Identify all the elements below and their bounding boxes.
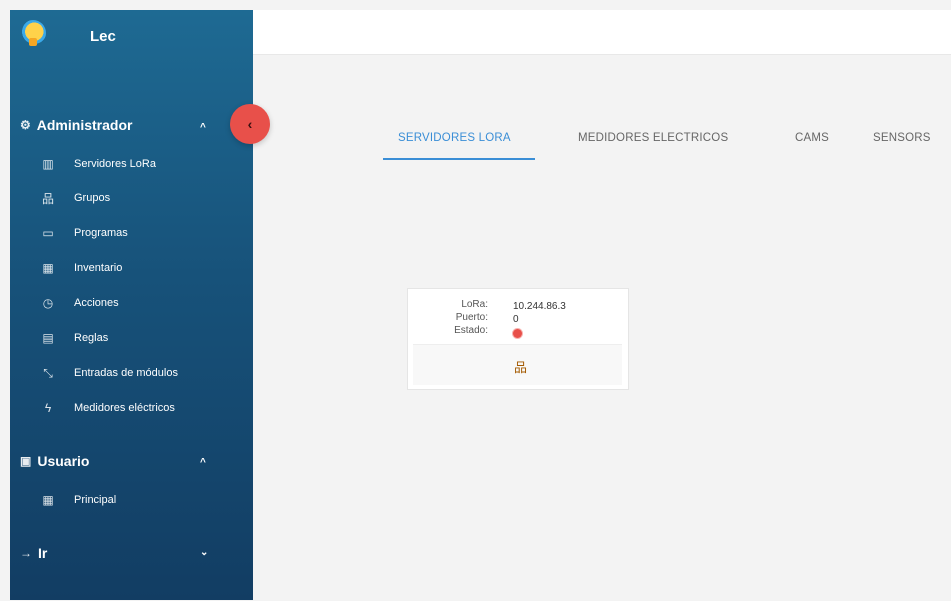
tab-servidores-lora[interactable]: SERVIDORES LORA (398, 132, 511, 144)
chevron-left-icon: ‹ (247, 116, 253, 132)
sidebar-item-label: Reglas (74, 332, 109, 344)
port-label: Puerto: (455, 312, 488, 323)
top-bar (253, 10, 951, 55)
network-icon: 品 (41, 191, 54, 206)
tab-medidores-electricos[interactable]: MEDIDORES ELECTRICOS (578, 132, 728, 144)
sidebar-item-label: Principal (74, 494, 117, 506)
section-label: Administrador (36, 117, 133, 133)
chevron-up-icon[interactable]: ^ (200, 457, 206, 468)
sidebar-item-servidores-lora[interactable]: ▥ Servidores LoRa (40, 154, 156, 174)
sidebar-item-label: Medidores eléctricos (74, 402, 175, 414)
clock-icon: ◷ (42, 296, 54, 310)
sidebar-item-label: Acciones (74, 297, 119, 309)
network-node-icon[interactable]: 品 (514, 357, 527, 376)
bulb-logo-icon (20, 20, 46, 46)
section-administrador[interactable]: ⚙ Administrador (20, 117, 132, 133)
expand-icon: ⤡ (43, 365, 53, 380)
lora-server-card[interactable]: LoRa: 10.244.86.3 Puerto: 0 Estado: 品 (407, 288, 629, 390)
lora-ip-value: 10.244.86.3 (513, 301, 566, 312)
sidebar-item-programas[interactable]: ▭ Programas (40, 223, 128, 243)
sidebar-item-label: Servidores LoRa (74, 158, 156, 170)
sidebar-item-medidores-electricos[interactable]: ϟ Medidores eléctricos (40, 398, 175, 418)
table-icon: ▦ (42, 261, 54, 275)
sidebar-item-label: Grupos (74, 192, 111, 204)
sidebar-item-label: Entradas de módulos (74, 367, 178, 379)
chevron-up-icon[interactable]: ^ (200, 122, 206, 133)
sidebar-item-entradas-de-modulos[interactable]: ⤡ Entradas de módulos (40, 363, 178, 383)
card-footer: 品 (413, 344, 622, 385)
bolt-icon: ϟ (44, 401, 52, 415)
ruler-icon: ▤ (42, 331, 54, 345)
active-tab-indicator (383, 158, 535, 160)
id-card-icon: ▣ (20, 454, 32, 468)
section-label: Ir (38, 545, 48, 561)
gear-icon: ⚙ (20, 118, 31, 132)
status-label: Estado: (454, 325, 488, 336)
section-usuario[interactable]: ▣ Usuario (20, 453, 89, 469)
sidebar-item-label: Inventario (74, 262, 123, 274)
calendar-icon: ▭ (42, 226, 54, 240)
brand-title: Lec (90, 28, 116, 45)
grid-icon: ▦ (42, 493, 54, 507)
sidebar-item-label: Programas (74, 227, 128, 239)
brand[interactable]: Lec (10, 10, 253, 66)
section-label: Usuario (37, 453, 90, 469)
chart-icon: ▥ (42, 157, 54, 171)
port-value: 0 (513, 314, 519, 325)
status-indicator-icon (513, 329, 522, 338)
lora-label: LoRa: (461, 299, 488, 310)
arrow-right-icon: → (20, 546, 32, 560)
tab-sensors[interactable]: SENSORS (873, 132, 931, 144)
collapse-sidebar-button[interactable]: ‹ (230, 104, 270, 144)
sidebar-item-reglas[interactable]: ▤ Reglas (40, 328, 108, 348)
section-ir[interactable]: → Ir (20, 545, 47, 561)
tab-cams[interactable]: CAMS (795, 132, 829, 144)
sidebar: Lec ⚙ Administrador ^ ▥ Servidores LoRa … (10, 10, 253, 600)
sidebar-item-inventario[interactable]: ▦ Inventario (40, 258, 122, 278)
tab-bar: SERVIDORES LORA MEDIDORES ELECTRICOS CAM… (383, 120, 951, 160)
sidebar-item-grupos[interactable]: 品 Grupos (40, 188, 110, 208)
sidebar-item-principal[interactable]: ▦ Principal (40, 490, 116, 510)
chevron-down-icon[interactable]: ⌄ (200, 547, 208, 558)
sidebar-item-acciones[interactable]: ◷ Acciones (40, 293, 119, 313)
